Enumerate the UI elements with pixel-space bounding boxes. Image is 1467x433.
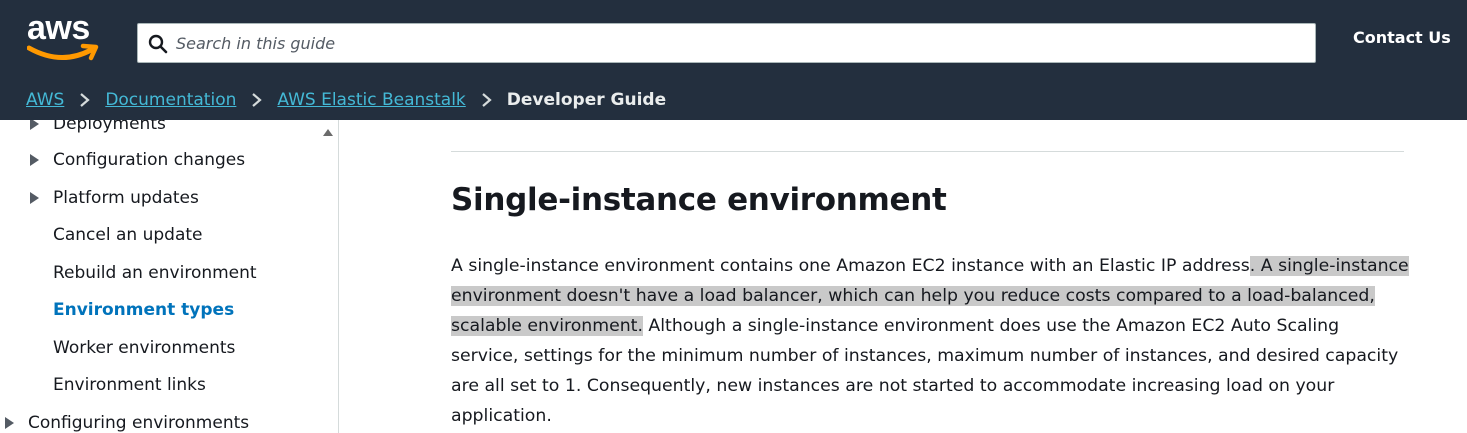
nav-item-worker-environments[interactable]: Worker environments [53,335,235,361]
breadcrumb-elastic-beanstalk[interactable]: AWS Elastic Beanstalk [277,90,465,110]
content-divider [451,151,1404,152]
nav-item-label: Deployments [53,120,166,134]
nav-item-rebuild-environment[interactable]: Rebuild an environment [53,260,257,286]
nav-item-environment-links[interactable]: Environment links [53,372,206,398]
nav-item-environment-types[interactable]: Environment types [53,297,234,323]
nav-item-platform-updates[interactable]: Platform updates [30,185,199,211]
nav-item-label: Configuring environments [28,413,250,433]
page-title: Single-instance environment [451,182,947,218]
search-box[interactable] [137,23,1316,63]
nav-divider [338,120,339,433]
aws-smile-icon [27,43,99,61]
contact-us-link[interactable]: Contact Us [1353,28,1451,47]
scroll-up-arrow-icon[interactable] [323,129,333,136]
nav-item-deployments[interactable]: Deployments [30,120,166,137]
expand-triangle-icon[interactable] [30,154,39,166]
chevron-right-icon [482,93,492,107]
expand-triangle-icon[interactable] [30,120,39,130]
nav-scrollbar[interactable] [318,120,338,433]
expand-triangle-icon[interactable] [5,417,14,429]
intro-paragraph: A single-instance environment contains o… [451,251,1411,431]
breadcrumb: AWS Documentation AWS Elastic Beanstalk … [26,80,666,120]
nav-item-configuration-changes[interactable]: Configuration changes [30,147,245,173]
breadcrumb-aws[interactable]: AWS [26,90,64,110]
breadcrumb-bar: AWS Documentation AWS Elastic Beanstalk … [0,80,1467,120]
chevron-right-icon [252,93,263,107]
nav-item-configuring-environments[interactable]: Configuring environments [5,410,249,433]
aws-logo[interactable]: aws [27,9,101,64]
nav-item-label: Platform updates [53,188,199,208]
chevron-right-icon [80,93,91,107]
expand-triangle-icon[interactable] [30,192,39,204]
breadcrumb-current: Developer Guide [506,90,667,110]
paragraph-text: A single-instance environment contains o… [451,256,1250,276]
search-icon [148,34,168,54]
nav-item-label: Configuration changes [53,150,246,170]
breadcrumb-documentation[interactable]: Documentation [105,90,236,110]
top-header: aws Contact Us [0,0,1467,80]
left-navigation: Deployments Configuration changes Platfo… [0,120,339,433]
search-input[interactable] [176,24,1296,62]
nav-item-cancel-update[interactable]: Cancel an update [53,222,203,248]
